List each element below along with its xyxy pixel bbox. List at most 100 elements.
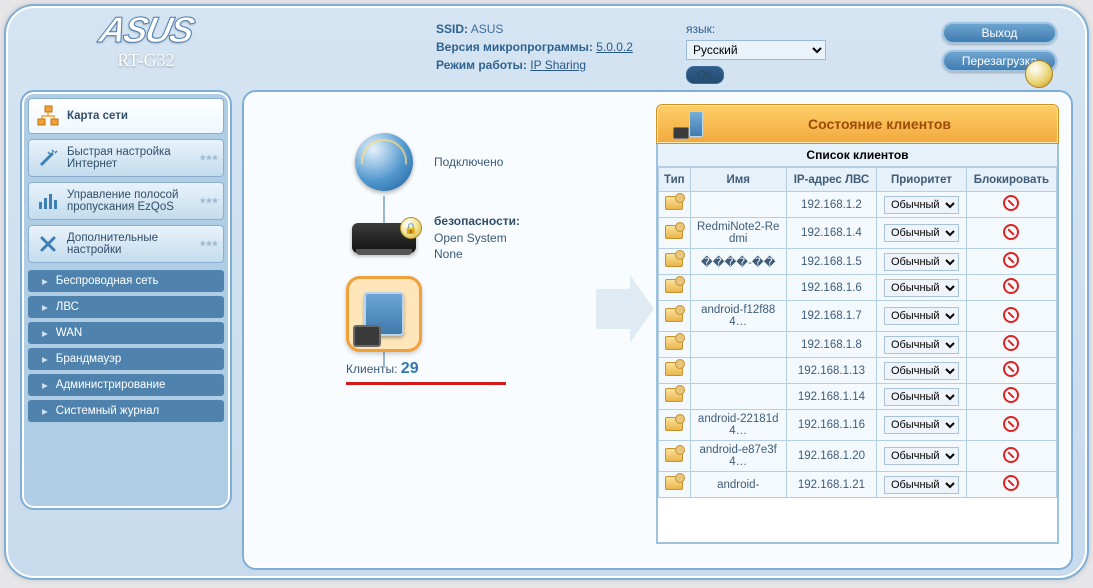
block-icon[interactable]	[1003, 387, 1019, 403]
col-block: Блокировать	[966, 168, 1056, 192]
priority-select[interactable]: Обычный	[884, 476, 959, 494]
client-type-icon	[665, 417, 683, 431]
topology: Подключено 🔒 безопасности: Open System N…	[256, 104, 596, 556]
mode-label: Режим работы:	[436, 58, 527, 72]
decor-stars-icon: ★★★	[199, 196, 217, 207]
client-name: RedmiNote2-Redmi	[690, 218, 786, 249]
sidebar-sub-wireless[interactable]: Беспроводная сеть	[28, 270, 224, 292]
logout-button[interactable]: Выход	[942, 22, 1057, 44]
block-icon[interactable]	[1003, 475, 1019, 491]
sidebar-sub-wan[interactable]: WAN	[28, 322, 224, 344]
block-icon[interactable]	[1003, 224, 1019, 240]
client-name: android-f12f884…	[690, 301, 786, 332]
client-name: android-22181d4…	[690, 410, 786, 441]
sidebar-item-network-map[interactable]: Карта сети	[28, 98, 224, 134]
priority-select[interactable]: Обычный	[884, 416, 959, 434]
sidebar-sub-syslog[interactable]: Системный журнал	[28, 400, 224, 422]
arrow-icon	[596, 269, 656, 352]
table-caption: Список клиентов	[658, 144, 1057, 167]
priority-select[interactable]: Обычный	[884, 388, 959, 406]
client-ip: 192.168.1.16	[786, 410, 876, 441]
client-ip: 192.168.1.13	[786, 358, 876, 384]
client-ip: 192.168.1.20	[786, 441, 876, 472]
clients-panel: Состояние клиентов Список клиентов Тип И…	[656, 104, 1059, 556]
lang-select[interactable]: Русский	[686, 40, 826, 60]
brand-block: ASUS RT-G32	[36, 12, 256, 71]
client-ip: 192.168.1.21	[786, 472, 876, 498]
router-node[interactable]: 🔒	[346, 208, 422, 268]
security-label: безопасности:	[434, 214, 520, 228]
client-name	[690, 275, 786, 301]
client-type-icon	[665, 336, 683, 350]
ssid-label: SSID:	[436, 22, 468, 36]
client-name: ����-��	[690, 249, 786, 275]
network-map-icon	[37, 105, 59, 127]
priority-select[interactable]: Обычный	[884, 253, 959, 271]
sidebar-item-advanced[interactable]: Дополнительные настройки ★★★	[28, 225, 224, 263]
sidebar-item-quick-setup[interactable]: Быстрая настройка Интернет ★★★	[28, 139, 224, 177]
internet-node[interactable]	[346, 124, 422, 200]
client-type-icon	[665, 308, 683, 322]
priority-select[interactable]: Обычный	[884, 362, 959, 380]
priority-select[interactable]: Обычный	[884, 307, 959, 325]
table-row: android-22181d4…192.168.1.16 Обычный	[659, 410, 1057, 441]
table-row: RedmiNote2-Redmi192.168.1.4 Обычный	[659, 218, 1057, 249]
block-icon[interactable]	[1003, 416, 1019, 432]
lang-label: язык:	[686, 22, 836, 36]
block-icon[interactable]	[1003, 335, 1019, 351]
decor-stars-icon: ★★★	[199, 153, 217, 164]
mascot-icon	[1025, 60, 1053, 88]
table-row: 192.168.1.6Обычный	[659, 275, 1057, 301]
header-info: SSID: ASUS Версия микропрограммы: 5.0.0.…	[436, 12, 666, 76]
table-row: android-e87e3f4…192.168.1.20 Обычный	[659, 441, 1057, 472]
sidebar-item-label: Карта сети	[67, 110, 128, 122]
block-icon[interactable]	[1003, 252, 1019, 268]
security-enc: None	[434, 247, 463, 261]
priority-select[interactable]: Обычный	[884, 224, 959, 242]
client-type-icon	[665, 362, 683, 376]
sidebar-item-label: Дополнительные настройки	[67, 232, 215, 256]
fw-link[interactable]: 5.0.0.2	[596, 40, 633, 54]
table-row: 192.168.1.13 Обычный	[659, 358, 1057, 384]
wand-icon	[37, 147, 59, 169]
priority-select[interactable]: Обычный	[884, 279, 959, 297]
client-type-icon	[665, 279, 683, 293]
table-row: 192.168.1.2Обычный	[659, 192, 1057, 218]
table-row: ����-��192.168.1.5Обычный	[659, 249, 1057, 275]
client-name: android-e87e3f4…	[690, 441, 786, 472]
sidebar-item-ezqos[interactable]: Управление полосой пропускания EzQoS ★★★	[28, 182, 224, 220]
table-row: android-192.168.1.21Обычный	[659, 472, 1057, 498]
equalizer-icon	[37, 190, 59, 212]
table-row: 192.168.1.14Обычный	[659, 384, 1057, 410]
brand-logo: ASUS	[96, 12, 196, 48]
priority-select[interactable]: Обычный	[884, 336, 959, 354]
col-prio: Приоритет	[877, 168, 967, 192]
col-type: Тип	[659, 168, 691, 192]
fw-label: Версия микропрограммы:	[436, 40, 593, 54]
clients-table-scroll[interactable]: Список клиентов Тип Имя IP-адрес ЛВС При…	[656, 144, 1059, 544]
lock-icon: 🔒	[400, 217, 422, 239]
main-panel: Подключено 🔒 безопасности: Open System N…	[242, 90, 1073, 570]
priority-select[interactable]: Обычный	[884, 447, 959, 465]
lang-ok-button[interactable]: OK	[686, 66, 724, 84]
sidebar-sub-lan[interactable]: ЛВС	[28, 296, 224, 318]
tools-icon	[37, 233, 59, 255]
brand-model: RT-G32	[36, 50, 256, 71]
mode-link[interactable]: IP Sharing	[530, 58, 586, 72]
priority-select[interactable]: Обычный	[884, 196, 959, 214]
block-icon[interactable]	[1003, 195, 1019, 211]
block-icon[interactable]	[1003, 307, 1019, 323]
sidebar-sub-admin[interactable]: Администрирование	[28, 374, 224, 396]
client-type-icon	[665, 448, 683, 462]
block-icon[interactable]	[1003, 278, 1019, 294]
client-ip: 192.168.1.4	[786, 218, 876, 249]
block-icon[interactable]	[1003, 361, 1019, 377]
client-ip: 192.168.1.8	[786, 332, 876, 358]
client-name	[690, 332, 786, 358]
clients-node[interactable]	[346, 276, 422, 352]
sidebar-sub-firewall[interactable]: Брандмауэр	[28, 348, 224, 370]
block-icon[interactable]	[1003, 447, 1019, 463]
client-name	[690, 192, 786, 218]
sidebar-item-label: Управление полосой пропускания EzQoS	[67, 189, 215, 213]
monitor-icon	[353, 325, 381, 347]
